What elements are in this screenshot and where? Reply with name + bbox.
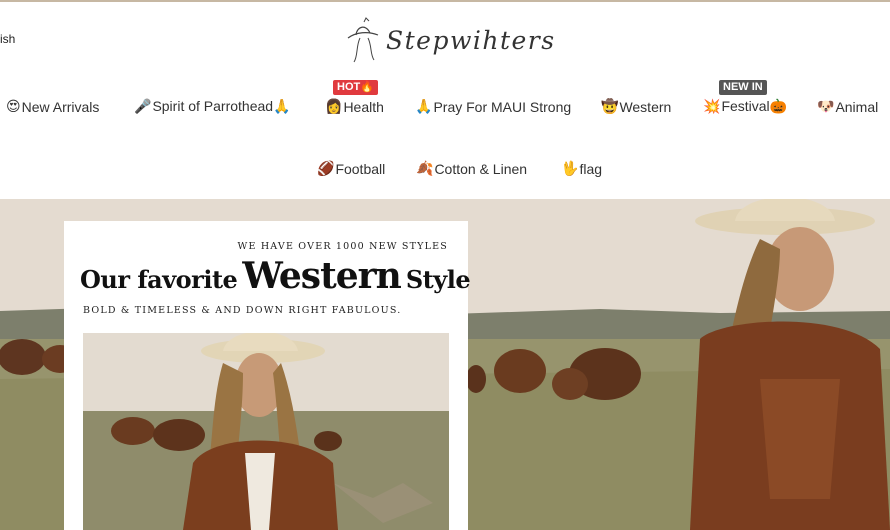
promo-kicker: WE HAVE OVER 1000 NEW STYLES: [237, 241, 448, 252]
top-divider: [0, 0, 890, 2]
nav-flag[interactable]: 🖖 flag: [561, 160, 602, 177]
nav-animal[interactable]: 🐶 Animal: [817, 98, 878, 115]
promo-subline: BOLD & TIMELESS & AND DOWN RIGHT FABULOU…: [83, 305, 402, 316]
nav-pray-for-maui[interactable]: 🙏 Pray For MAUI Strong: [415, 98, 571, 115]
microphone-emoji-icon: 🎤: [134, 98, 152, 114]
fallen-leaf-emoji-icon: 🍂: [416, 160, 434, 176]
praying-hands-emoji-icon: 🙏: [415, 98, 433, 114]
promo-photo: [83, 333, 449, 530]
heart-eyes-emoji-icon: 😍: [6, 98, 21, 114]
nav-label: Festival🎃: [721, 98, 788, 114]
promo-panel[interactable]: WE HAVE OVER 1000 NEW STYLES Our favorit…: [64, 221, 471, 530]
nav-spirit-of-parrothead[interactable]: 🎤 Spirit of Parrothead🙏: [134, 98, 291, 115]
cowgirl-logo-icon: [347, 17, 379, 63]
nav-label: Health: [343, 98, 384, 115]
cowboy-emoji-icon: 🤠: [601, 98, 619, 114]
language-selector[interactable]: ish: [0, 32, 15, 46]
nav-label: New Arrivals: [21, 98, 100, 115]
promo-headline: Our favorite Western Style: [80, 255, 471, 297]
nav-cotton-linen[interactable]: 🍂 Cotton & Linen: [416, 160, 527, 177]
new-in-badge: NEW IN: [719, 80, 767, 95]
nav-football[interactable]: 🏈 Football: [317, 160, 385, 177]
nav-label: flag: [579, 160, 603, 177]
woman-emoji-icon: 👩: [325, 98, 343, 114]
nav-western[interactable]: 🤠 Western: [601, 98, 671, 115]
nav-label: Western: [619, 98, 672, 115]
nav-label: Cotton & Linen: [434, 160, 528, 177]
brand-name: Stepwihters: [386, 25, 556, 55]
nav-label: Pray For MAUI Strong: [433, 98, 572, 115]
brand-logo[interactable]: Stepwihters: [342, 14, 556, 66]
collision-emoji-icon: 💥: [703, 98, 721, 114]
vulcan-salute-emoji-icon: 🖖: [561, 160, 579, 176]
hot-badge: HOT🔥: [333, 80, 378, 95]
dog-emoji-icon: 🐶: [817, 98, 835, 114]
nav-new-arrivals[interactable]: 😍 New Arrivals: [6, 98, 99, 115]
nav-festival[interactable]: 💥 Festival🎃: [703, 98, 787, 115]
nav-label: Football: [335, 160, 386, 177]
football-emoji-icon: 🏈: [317, 160, 335, 176]
nav-health[interactable]: 👩 Health: [325, 98, 384, 115]
nav-label: Spirit of Parrothead🙏: [152, 98, 291, 114]
nav-label: Animal: [835, 98, 879, 115]
